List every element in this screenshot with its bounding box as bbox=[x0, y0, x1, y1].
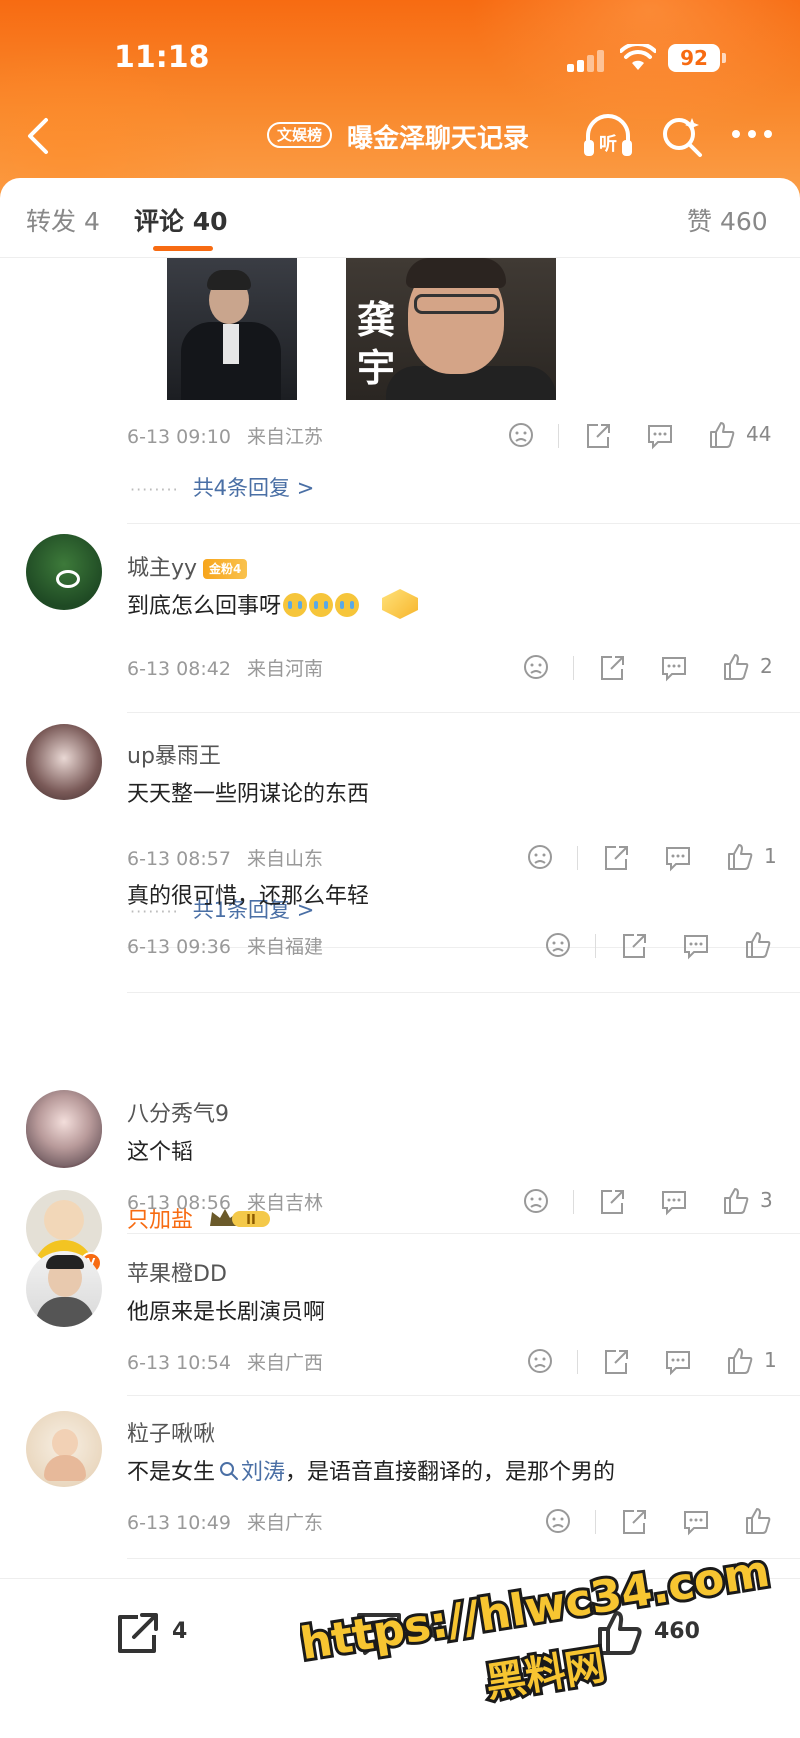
bottom-action-bar: 4 40 460 bbox=[0, 1578, 800, 1738]
like-count: 3 bbox=[760, 1188, 773, 1212]
like-count: 460 bbox=[654, 1619, 700, 1644]
back-icon bbox=[28, 118, 48, 154]
comment-text-body: ，是语音直接翻译的，是那个男的 bbox=[285, 1460, 616, 1485]
like-count: 1 bbox=[764, 1348, 777, 1372]
comment-actions bbox=[0, 1504, 800, 1538]
avatar[interactable] bbox=[26, 1251, 102, 1327]
mention-text: 刘涛 bbox=[241, 1460, 286, 1485]
wifi-icon bbox=[620, 44, 656, 70]
listen-label: 听 bbox=[599, 133, 617, 155]
search-icon bbox=[663, 118, 702, 157]
more-icon bbox=[732, 130, 772, 138]
status-bar: 11:18 92 bbox=[0, 38, 800, 78]
like-icon bbox=[746, 1508, 771, 1534]
repost-count: 4 bbox=[172, 1619, 188, 1644]
dislike-icon bbox=[546, 1509, 570, 1533]
search-button[interactable] bbox=[660, 114, 704, 158]
comment-text: 这个韬 bbox=[127, 1140, 194, 1165]
comment-text-body: 不是女生 bbox=[127, 1460, 216, 1485]
tab-repost[interactable]: 转发 4 bbox=[26, 202, 100, 238]
username[interactable]: 八分秀气9 bbox=[127, 1096, 229, 1128]
dislike-button[interactable] bbox=[545, 1504, 571, 1538]
comment-icon bbox=[684, 1511, 708, 1536]
dislike-button[interactable] bbox=[523, 1184, 549, 1218]
mention-link[interactable]: 刘涛 bbox=[215, 1460, 285, 1485]
comment-actions: 3 bbox=[0, 1184, 800, 1218]
like-button[interactable] bbox=[744, 1504, 772, 1538]
tab-likes[interactable]: 赞 460 bbox=[687, 202, 768, 238]
divider bbox=[127, 1233, 800, 1234]
comment-icon bbox=[357, 1613, 401, 1655]
comment-actions: 1 bbox=[0, 1344, 800, 1378]
divider bbox=[127, 1558, 800, 1559]
listen-button[interactable]: 听 bbox=[582, 112, 634, 160]
search-icon bbox=[220, 1462, 239, 1480]
share-icon bbox=[118, 1613, 158, 1653]
tab-comment[interactable]: 评论 40 bbox=[134, 202, 228, 238]
share-button[interactable] bbox=[602, 1344, 630, 1378]
more-button[interactable] bbox=[730, 122, 774, 146]
dislike-button[interactable] bbox=[527, 1344, 553, 1378]
back-button[interactable] bbox=[18, 114, 58, 158]
share-button[interactable] bbox=[620, 1504, 648, 1538]
avatar[interactable] bbox=[26, 1090, 102, 1166]
comment-icon bbox=[666, 1351, 690, 1376]
like-icon bbox=[598, 1611, 642, 1655]
username[interactable]: 粒子啾啾 bbox=[127, 1416, 215, 1448]
like-button[interactable] bbox=[722, 1184, 750, 1218]
share-icon bbox=[605, 1350, 628, 1374]
share-button[interactable] bbox=[598, 1184, 626, 1218]
like-icon bbox=[724, 1188, 749, 1214]
header: 11:18 92 文娱榜 曝金泽聊天记录 听 bbox=[0, 0, 800, 205]
comment-icon bbox=[662, 1191, 686, 1216]
divider bbox=[127, 1395, 800, 1396]
reply-button[interactable] bbox=[664, 1344, 692, 1378]
share-icon bbox=[623, 1510, 646, 1534]
status-time: 11:18 bbox=[114, 40, 210, 75]
tab-active-indicator bbox=[153, 246, 213, 251]
comment-count: 40 bbox=[413, 1619, 444, 1644]
username[interactable]: 苹果橙DD bbox=[127, 1256, 227, 1288]
avatar[interactable] bbox=[26, 1411, 102, 1487]
reply-button[interactable] bbox=[682, 1504, 710, 1538]
signal-icon bbox=[567, 48, 607, 72]
tab-bar: 转发 4 评论 40 赞 460 bbox=[0, 178, 800, 258]
like-button[interactable] bbox=[726, 1344, 754, 1378]
listen-icon: 听 bbox=[584, 114, 632, 156]
reply-button[interactable] bbox=[660, 1184, 688, 1218]
like-icon bbox=[728, 1348, 753, 1374]
share-icon bbox=[601, 1190, 624, 1214]
comment-text: 他原来是长剧演员啊 bbox=[127, 1300, 326, 1325]
comment-text: 不是女生 刘涛，是语音直接翻译的，是那个男的 bbox=[127, 1454, 615, 1486]
navbar: 文娱榜 曝金泽聊天记录 听 bbox=[0, 108, 800, 164]
page-title[interactable]: 曝金泽聊天记录 bbox=[347, 118, 529, 155]
battery-tip bbox=[722, 53, 726, 63]
dislike-icon bbox=[528, 1349, 552, 1373]
battery-level: 92 bbox=[668, 44, 720, 72]
comment-list-continued: 八分秀气9 这个韬 6-13 08:56 来自吉林 3 苹果橙DD 他原来是长剧… bbox=[0, 258, 800, 1578]
hotlist-badge[interactable]: 文娱榜 bbox=[267, 122, 333, 148]
dislike-icon bbox=[524, 1189, 548, 1213]
